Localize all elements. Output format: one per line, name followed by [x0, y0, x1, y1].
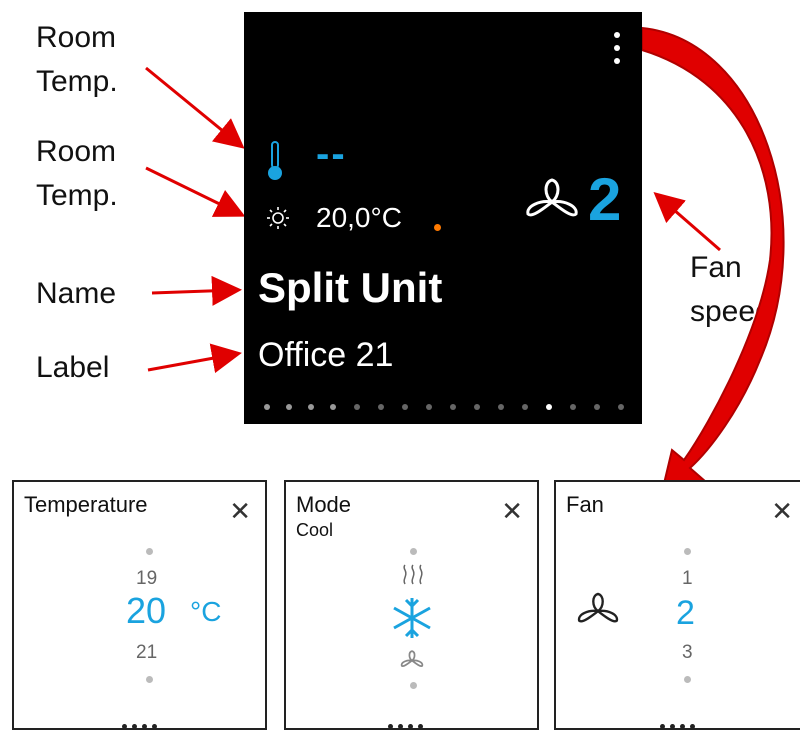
- close-icon[interactable]: ✕: [771, 498, 793, 524]
- temperature-card-title: Temperature: [24, 492, 148, 517]
- mode-card: Mode Cool ✕: [284, 480, 539, 730]
- mode-card-title: Mode: [296, 492, 352, 517]
- callout-name: Name: [36, 277, 117, 310]
- sun-icon: [267, 207, 289, 229]
- fan-icon: [577, 592, 619, 623]
- fan-icon[interactable]: [400, 650, 424, 672]
- fan-prev: 1: [682, 568, 693, 589]
- fan-card: Fan ✕ 1 2 3: [554, 480, 800, 730]
- snowflake-icon[interactable]: [390, 596, 434, 640]
- scroll-dot-bottom: [684, 676, 691, 683]
- arrow-label: [147, 343, 242, 374]
- scroll-dot-top: [410, 548, 417, 555]
- setpoint-value: 20,0°C: [316, 202, 402, 233]
- arrow-name: [151, 275, 242, 306]
- status-dot: [434, 224, 441, 231]
- close-icon[interactable]: ✕: [501, 498, 523, 524]
- device-label: Office 21: [258, 336, 394, 374]
- callout-room-temp-1: Room Temp.: [36, 21, 118, 98]
- room-temp-value: --: [316, 132, 347, 176]
- fan-speed-value: 2: [588, 166, 622, 233]
- temperature-prev: 19: [136, 568, 158, 589]
- card-pager: [14, 722, 265, 730]
- close-icon[interactable]: ✕: [229, 498, 251, 524]
- card-pager: [286, 722, 537, 730]
- arrow-room-temp-2: [145, 166, 246, 217]
- card-pager: [556, 722, 800, 730]
- temperature-card: Temperature ✕ 19 20 °C 21: [12, 480, 267, 730]
- callout-room-temp-2: Room Temp.: [36, 135, 118, 212]
- scroll-dot-top: [146, 548, 153, 555]
- scroll-dot-bottom: [146, 676, 153, 683]
- callout-fan-speed: Fan speed: [690, 251, 772, 328]
- device-name: Split Unit: [258, 264, 443, 311]
- kebab-menu-icon[interactable]: [612, 32, 622, 72]
- callout-label: Label: [36, 351, 110, 384]
- arrow-room-temp-1: [145, 66, 245, 149]
- page-indicator[interactable]: [264, 400, 634, 416]
- temperature-unit: °C: [190, 596, 222, 627]
- temperature-next: 21: [136, 642, 158, 663]
- fan-card-title: Fan: [566, 492, 604, 517]
- device-screen: -- 20,0°C 2 Split Unit Office 21: [244, 12, 642, 424]
- fan-icon: [526, 178, 578, 217]
- temperature-current[interactable]: 20: [126, 590, 166, 632]
- mode-card-subtitle: Cool: [296, 520, 334, 540]
- arrow-fan-speed: [653, 192, 721, 252]
- heat-icon[interactable]: [400, 564, 426, 586]
- thermometer-icon: [268, 141, 282, 180]
- fan-current[interactable]: 2: [676, 594, 695, 633]
- scroll-dot-top: [684, 548, 691, 555]
- scroll-dot-bottom: [410, 682, 417, 689]
- fan-next: 3: [682, 642, 693, 663]
